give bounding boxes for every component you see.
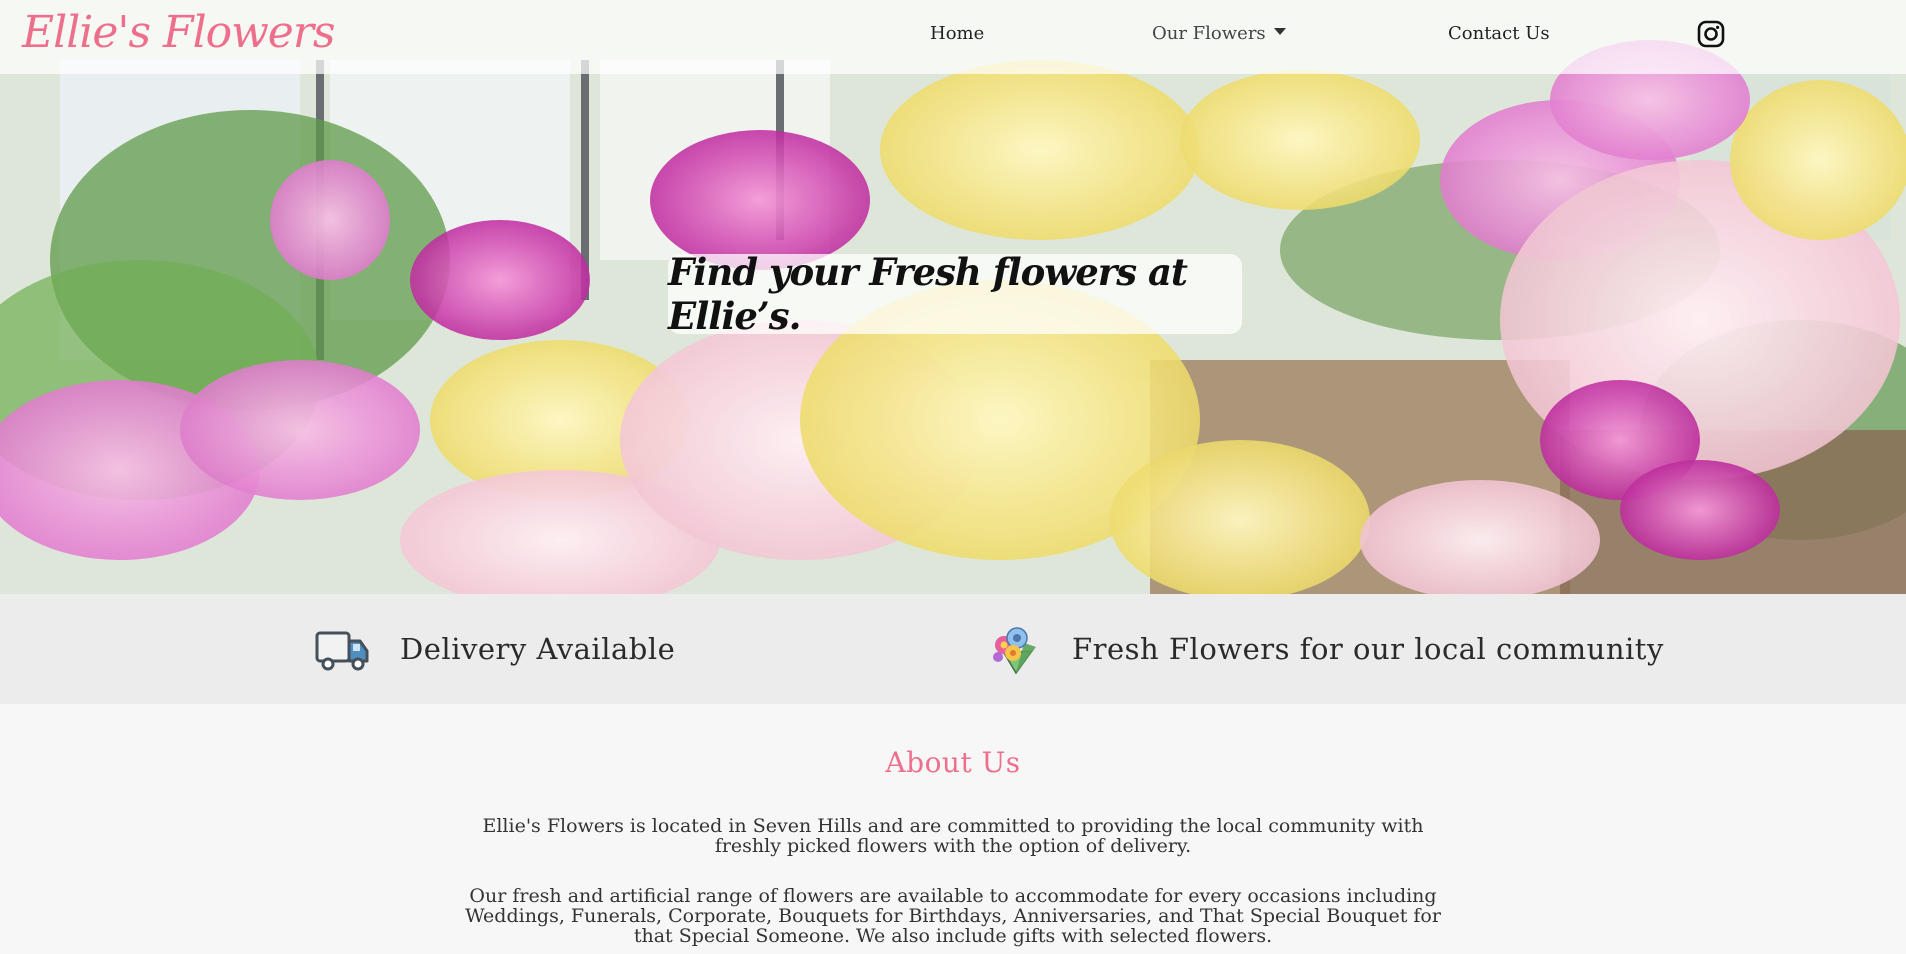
hero-banner: Find your Fresh flowers at Ellie’s. [0,0,1906,594]
about-section: About Us Ellie's Flowers is located in S… [0,704,1906,954]
top-navbar: Ellie's Flowers Home Our Flowers Contact… [0,0,1906,74]
nav-contact-link[interactable]: Contact Us [1448,22,1550,46]
delivery-truck-icon [315,631,369,671]
about-paragraph-range: Our fresh and artificial range of flower… [465,885,1441,947]
hero-caption-box: Find your Fresh flowers at Ellie’s. [668,250,1242,338]
nav-our-flowers-dropdown[interactable]: Our Flowers [1152,22,1286,46]
brand-logo[interactable]: Ellie's Flowers [22,2,335,64]
flower-bouquet-icon [993,627,1036,675]
about-title: About Us [885,746,1021,779]
feature-fresh-flowers: Fresh Flowers for our local community [986,594,1664,704]
feature-delivery: Delivery Available [314,594,675,704]
caret-down-icon [1273,28,1286,35]
about-paragraph-location: Ellie's Flowers is located in Seven Hill… [482,815,1424,857]
instagram-icon[interactable] [1697,20,1725,48]
nav-home-link[interactable]: Home [930,22,984,46]
nav-our-flowers-label: Our Flowers [1152,23,1266,44]
hero-caption: Find your Fresh flowers at Ellie’s. [668,250,1188,338]
features-bar: Delivery Available Fresh Flowers for our… [0,594,1906,704]
feature-delivery-label: Delivery Available [400,632,676,666]
feature-fresh-label: Fresh Flowers for our local community [1072,632,1664,666]
